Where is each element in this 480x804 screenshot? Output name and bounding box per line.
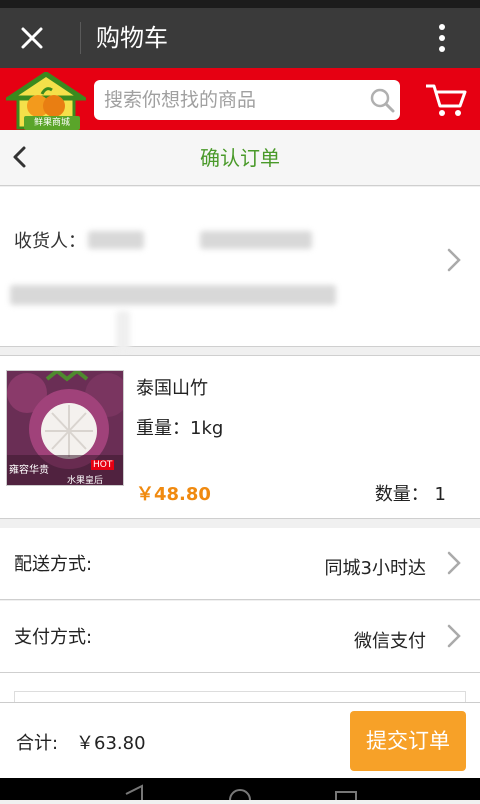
submit-order-button[interactable]: 提交订单 xyxy=(350,711,466,771)
image-caption: 雍容华贵 xyxy=(9,465,49,476)
logo-text: 鲜果商城 xyxy=(24,116,80,130)
system-nav-icons xyxy=(125,784,357,804)
shopping-cart-icon[interactable] xyxy=(424,80,468,118)
delivery-label: 配送方式: xyxy=(14,554,93,575)
chevron-right-icon xyxy=(447,624,461,648)
receiver-address-redacted xyxy=(10,285,336,305)
product-image: 雍容华贵 HOT 水果皇后 xyxy=(6,370,124,486)
chevron-right-icon xyxy=(447,248,461,272)
page-header: 确认订单 xyxy=(0,130,480,186)
product-price: ￥48.80 xyxy=(136,484,211,505)
status-bar xyxy=(0,0,480,8)
search-bar: 鲜果商城 xyxy=(0,68,480,130)
total-value: ￥63.80 xyxy=(76,733,146,754)
total-label: 合计: xyxy=(16,733,59,754)
payment-method-row[interactable]: 支付方式: 微信支付 xyxy=(0,601,480,673)
page-title: 确认订单 xyxy=(200,146,280,170)
window-title: 购物车 xyxy=(96,24,168,52)
receiver-phone-redacted xyxy=(200,231,312,249)
redaction-mark xyxy=(116,311,130,351)
checkout-footer: 合计: ￥63.80 提交订单 xyxy=(0,702,480,778)
system-nav-bar xyxy=(0,778,480,804)
payment-label: 支付方式: xyxy=(14,627,93,648)
image-subcaption: 水果皇后 xyxy=(67,476,104,486)
more-options-icon[interactable] xyxy=(426,20,458,56)
image-badge: HOT xyxy=(91,460,115,470)
product-item[interactable]: 雍容华贵 HOT 水果皇后 泰国山竹 重量：1kg ￥48.80 数量： 1 xyxy=(0,355,480,519)
back-arrow-icon[interactable] xyxy=(8,142,32,172)
delivery-value: 同城3小时达 xyxy=(324,558,426,579)
product-quantity: 数量： 1 xyxy=(374,484,446,505)
title-divider xyxy=(80,22,81,54)
product-weight: 重量：1kg xyxy=(136,418,224,439)
search-input[interactable] xyxy=(104,80,364,120)
receiver-label: 收货人： xyxy=(14,231,86,252)
payment-value: 微信支付 xyxy=(354,631,426,652)
title-bar: 购物车 xyxy=(0,8,480,68)
product-name: 泰国山竹 xyxy=(136,378,208,399)
delivery-method-row[interactable]: 配送方式: 同城3小时达 xyxy=(0,528,480,600)
search-box[interactable] xyxy=(94,80,400,120)
shop-logo[interactable]: 鲜果商城 xyxy=(1,70,91,130)
chevron-right-icon xyxy=(447,551,461,575)
address-section[interactable]: 收货人： xyxy=(0,187,480,351)
search-icon[interactable] xyxy=(368,86,396,114)
receiver-name-redacted xyxy=(88,231,144,249)
close-icon[interactable] xyxy=(14,20,50,56)
